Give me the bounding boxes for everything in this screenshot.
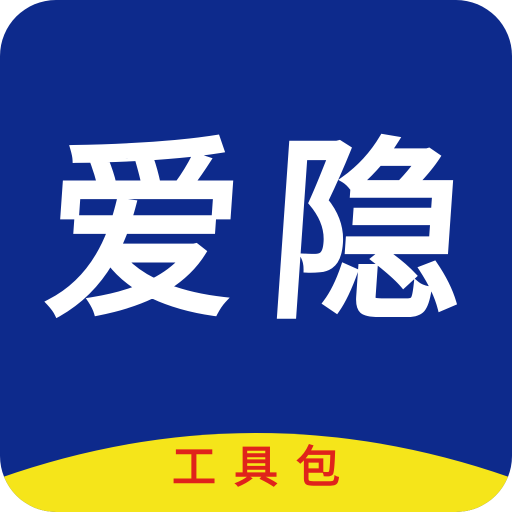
app-icon: 爱 隐 工具包 (0, 0, 512, 512)
app-subtitle: 工具包 (172, 442, 358, 493)
yellow-banner (0, 433, 512, 512)
